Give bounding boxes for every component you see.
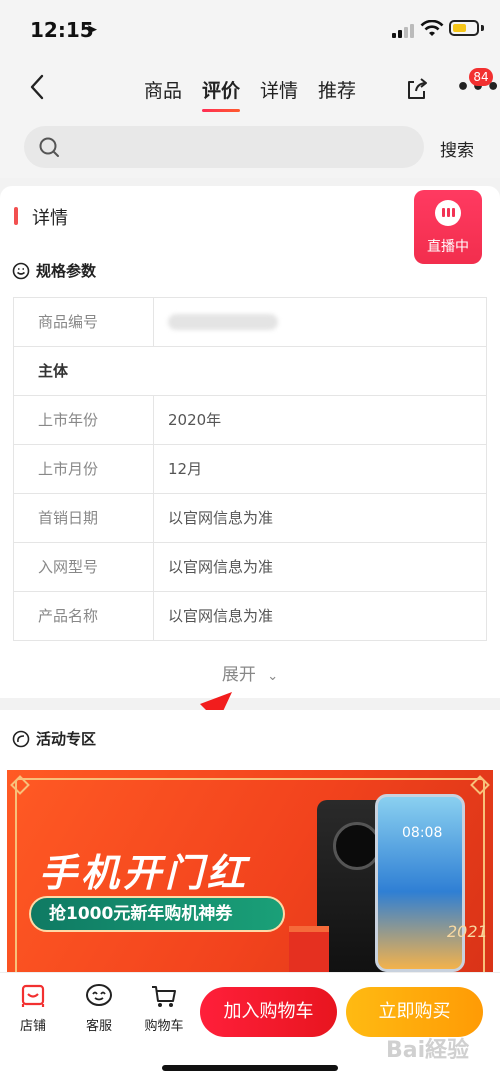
back-arrow-icon[interactable] [24,72,54,102]
tab-product[interactable]: 商品 [144,76,182,103]
spec-value: 2020年 [168,411,222,429]
cellular-signal-icon [392,24,416,38]
detail-section: 详情 直播中 规格参数 商品编号 主体 上市年份 2020年 上市月份 12月 [0,186,500,698]
table-group-row: 主体 [13,347,487,396]
tab-reviews[interactable]: 评价 [202,76,241,112]
activity-heading-label: 活动专区 [36,730,97,748]
shop-icon [21,984,45,1007]
tab-bar: 商品 评价 详情 推荐 [144,76,356,112]
tab-recommend[interactable]: 推荐 [318,76,356,103]
cart-icon [152,986,176,1007]
spec-heading-label: 规格参数 [36,262,97,280]
add-to-cart-button[interactable]: 加入购物车 [200,987,337,1037]
location-arrow-icon: ➤ [86,22,98,38]
spec-value: 以官网信息为准 [168,607,274,625]
phone-front-image: 08:08 [375,794,465,972]
live-icon [435,200,461,226]
spec-key: 首销日期 [14,494,154,542]
coupon-ribbon: 抢1000元新年购机神券 [29,896,285,932]
spec-value-blurred [154,298,486,346]
phone-screen-time: 08:08 [402,825,443,841]
search-icon [39,137,59,157]
share-icon[interactable] [404,76,430,102]
section-title: 详情 [14,204,68,230]
promo-banner[interactable]: 08:08 2021 手机开门红 抢1000元新年购机神券 [7,770,493,972]
table-row: 入网型号 以官网信息为准 [13,543,487,592]
watermark: Bai経验 [386,1038,470,1063]
table-row: 上市年份 2020年 [13,396,487,445]
home-indicator[interactable] [162,1065,338,1071]
search-button[interactable]: 搜索 [440,136,474,161]
bottom-action-bar: 店铺 客服 购物车 加入购物车 立即购买 [0,972,500,1083]
live-stream-button[interactable]: 直播中 [414,190,482,264]
status-bar: 12:15 ➤ [0,0,500,60]
spec-table: 商品编号 主体 上市年份 2020年 上市月份 12月 首销日期 以官网信息为准… [13,297,487,641]
customer-service-label: 客服 [85,1019,112,1034]
banner-title: 手机开门红 [39,851,250,895]
activity-heading: 活动专区 [12,728,96,749]
spec-key: 商品编号 [14,298,154,346]
expand-button[interactable]: 展开 ⌄ [0,660,500,685]
table-row: 商品编号 [13,298,487,347]
buy-now-button[interactable]: 立即购买 [346,987,483,1037]
nav-bar: 商品 评价 详情 推荐 ••• 84 [0,60,500,118]
tab-details[interactable]: 详情 [260,76,298,103]
chevron-down-icon: ⌄ [267,669,279,684]
spec-key: 入网型号 [14,543,154,591]
spec-group-label: 主体 [38,362,69,380]
live-label: 直播中 [427,239,469,255]
message-count-badge: 84 [469,68,493,86]
table-row: 产品名称 以官网信息为准 [13,592,487,641]
spec-value: 以官网信息为准 [168,509,274,527]
camera-module [333,822,381,870]
status-time: 12:15 [30,18,94,42]
year-mark: 2021 [447,922,488,941]
battery-tip [481,25,484,31]
spec-value: 以官网信息为准 [168,558,274,576]
spec-smile-icon [12,262,30,279]
gift-box-image [289,926,329,972]
search-row: 搜索 [0,118,500,178]
customer-service-icon [86,984,112,1006]
cart-button[interactable]: 购物车 [139,983,189,1034]
spec-key: 上市月份 [14,445,154,493]
shop-label: 店铺 [19,1019,46,1034]
spec-key: 上市年份 [14,396,154,444]
wifi-icon [420,20,444,36]
cart-label: 购物车 [144,1019,184,1034]
table-row: 首销日期 以官网信息为准 [13,494,487,543]
battery-icon [449,20,479,36]
spec-heading: 规格参数 [12,260,96,281]
customer-service-button[interactable]: 客服 [74,983,124,1034]
search-input[interactable] [24,126,424,168]
spec-value: 12月 [168,460,203,478]
spec-key: 产品名称 [14,592,154,640]
table-row: 上市月份 12月 [13,445,487,494]
activity-section: 活动专区 08:08 2021 手机开门红 抢1000元新年购机神券 [0,710,500,972]
activity-icon [12,730,30,747]
shop-button[interactable]: 店铺 [8,983,58,1034]
